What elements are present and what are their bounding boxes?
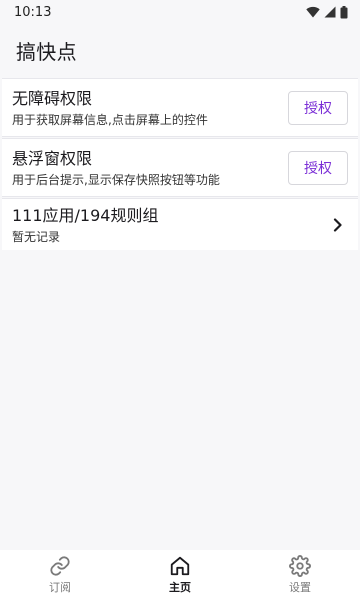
battery-icon: [340, 5, 348, 19]
nav-item-home[interactable]: 主页: [120, 555, 240, 595]
status-icons: [306, 5, 348, 19]
signal-icon: [324, 6, 336, 18]
nav-item-subscription[interactable]: 订阅: [0, 555, 120, 595]
link-icon: [49, 555, 71, 577]
gear-icon: [289, 555, 311, 577]
top-app-bar: 搞快点: [0, 24, 360, 76]
page-title: 搞快点: [16, 39, 77, 64]
rules-summary-subtitle: 暂无记录: [12, 229, 61, 244]
rules-summary-row[interactable]: 111应用/194规则组 暂无记录: [2, 198, 358, 250]
wifi-icon: [306, 6, 320, 18]
grant-overlay-button[interactable]: 授权: [288, 150, 348, 185]
nav-item-settings[interactable]: 设置: [240, 555, 360, 595]
bottom-navigation: 订阅 主页 设置: [0, 550, 360, 600]
accessibility-permission-desc: 用于获取屏幕信息,点击屏幕上的控件: [12, 112, 208, 127]
nav-label-settings: 设置: [289, 581, 311, 594]
overlay-permission-card: 悬浮窗权限 用于后台提示,显示保存快照按钮等功能 授权: [2, 138, 358, 197]
overlay-permission-desc: 用于后台提示,显示保存快照按钮等功能: [12, 172, 220, 187]
status-bar: 10:13: [0, 0, 360, 24]
overlay-permission-title: 悬浮窗权限: [12, 148, 93, 168]
chevron-right-icon: [328, 215, 348, 235]
nav-label-home: 主页: [169, 581, 191, 594]
status-time: 10:13: [14, 4, 52, 20]
app-screen: 10:13 搞快点 无障碍权限 用于获取屏幕信息,点击屏幕上的控件 授权 悬浮窗…: [0, 0, 360, 600]
nav-label-subscription: 订阅: [49, 581, 71, 594]
accessibility-permission-card: 无障碍权限 用于获取屏幕信息,点击屏幕上的控件 授权: [2, 78, 358, 137]
grant-accessibility-button[interactable]: 授权: [288, 90, 348, 125]
home-content: 无障碍权限 用于获取屏幕信息,点击屏幕上的控件 授权 悬浮窗权限 用于后台提示,…: [0, 78, 360, 550]
home-icon: [169, 555, 191, 577]
rules-summary-title: 111应用/194规则组: [12, 205, 159, 225]
accessibility-permission-title: 无障碍权限: [12, 88, 93, 108]
